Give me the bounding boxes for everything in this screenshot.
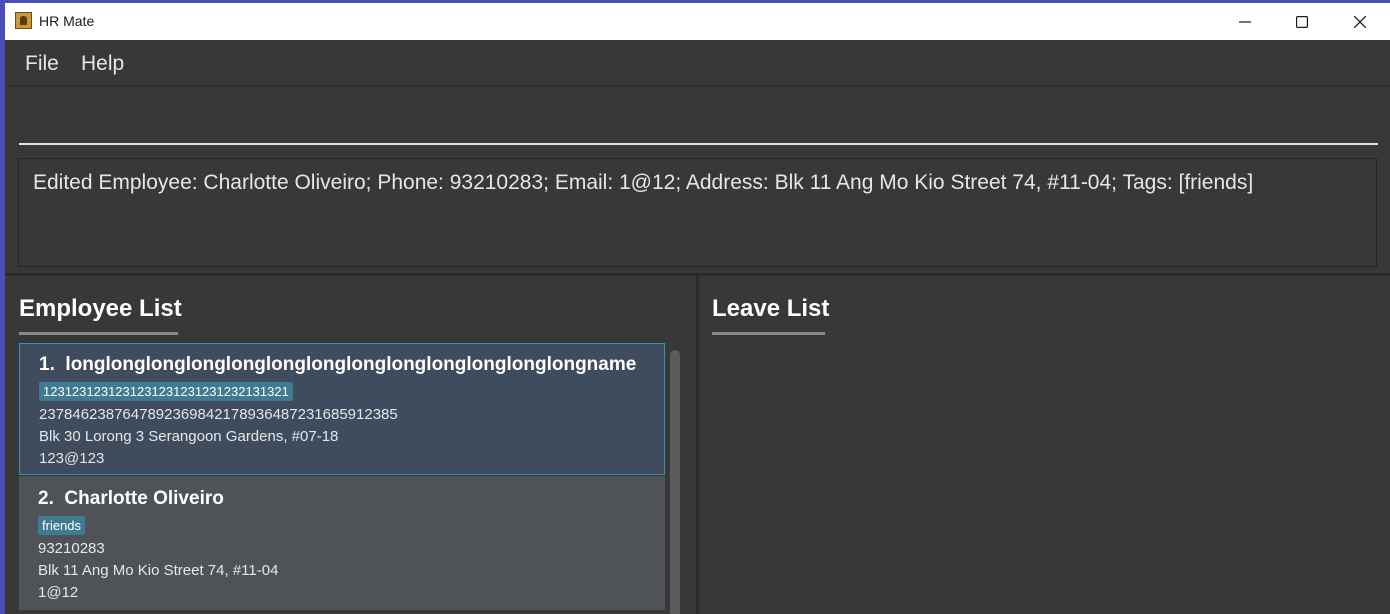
close-button[interactable] (1331, 3, 1389, 40)
employee-name-text: Charlotte Oliveiro (64, 488, 224, 509)
employee-card[interactable]: 1. longlonglonglonglonglonglonglonglongl… (19, 343, 665, 475)
employee-list-title-underline (19, 332, 178, 335)
employee-email: 1@12 (38, 584, 79, 601)
employee-name: 2. Charlotte Oliveiro (38, 488, 224, 510)
employee-index: 1. (39, 354, 55, 375)
window-title: HR Mate (39, 13, 95, 29)
employee-name: 1. longlonglonglonglonglonglonglonglongl… (39, 354, 636, 376)
employee-index: 2. (38, 488, 54, 509)
employee-tag: friends (38, 516, 86, 535)
employee-email: 123@123 (39, 450, 105, 467)
close-icon (1354, 15, 1366, 28)
app-window: HR Mate File Help Edited Employee: Charl… (5, 3, 1390, 614)
result-display: Edited Employee: Charlotte Oliveiro; Pho… (18, 158, 1377, 267)
command-box (19, 93, 1382, 145)
minimize-button[interactable] (1216, 3, 1274, 40)
employee-card[interactable]: 2. Charlotte Oliveiro friends 93210283 B… (19, 476, 665, 610)
employee-phone: 93210283 (38, 540, 105, 557)
contact-book-icon (15, 12, 32, 29)
leave-list-title: Leave List (712, 295, 830, 322)
employee-address: Blk 11 Ang Mo Kio Street 74, #11-04 (38, 562, 279, 579)
menu-file[interactable]: File (25, 52, 59, 76)
employee-tag: 1231231231231231231231231232131321 (39, 382, 293, 401)
employee-list-scrollbar-thumb[interactable] (670, 350, 680, 614)
title-bar[interactable]: HR Mate (5, 3, 1390, 40)
employee-phone: 2378462387647892369842178936487231685912… (39, 406, 398, 423)
result-text: Edited Employee: Charlotte Oliveiro; Pho… (33, 171, 1254, 194)
minimize-icon (1239, 20, 1251, 23)
employee-address: Blk 30 Lorong 3 Serangoon Gardens, #07-1… (39, 428, 339, 445)
leave-list (699, 342, 1390, 614)
menu-help[interactable]: Help (81, 52, 124, 76)
maximize-button[interactable] (1273, 3, 1331, 40)
command-input[interactable] (19, 93, 1382, 143)
maximize-icon (1296, 15, 1308, 28)
menu-bar: File Help (5, 40, 1390, 86)
employee-name-text: longlonglonglonglonglonglonglonglonglong… (65, 354, 637, 375)
leave-list-title-underline (712, 332, 825, 335)
employee-list: 1. longlonglonglonglonglonglonglonglongl… (19, 342, 665, 614)
employee-list-title: Employee List (19, 295, 182, 322)
